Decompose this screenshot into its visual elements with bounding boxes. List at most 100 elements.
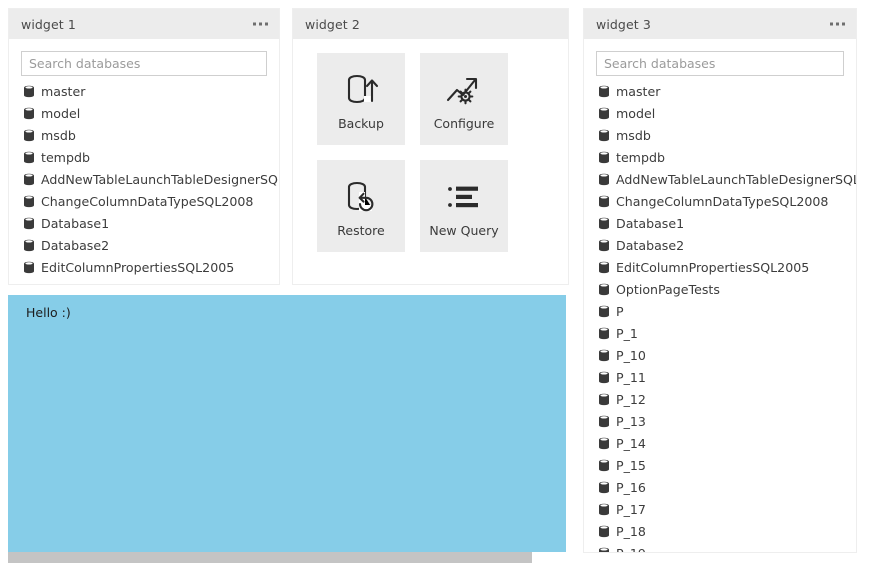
database-icon [598,173,610,186]
widget-3-header: widget 3 [584,9,856,39]
action-tile-grid: BackupConfigure Restore New Query [293,39,568,252]
database-name: P_14 [616,436,646,451]
database-name: P [616,304,624,319]
database-name: EditColumnPropertiesSQL2005 [616,260,809,275]
database-list-item[interactable]: P_13 [598,410,856,432]
database-list-item[interactable]: Database2 [598,234,856,256]
database-list-item[interactable]: P_14 [598,432,856,454]
widget-3: widget 3 master model msdb tempdb AddNewTabl… [583,8,857,553]
dashboard-canvas: widget 1 master model msdb tempdb AddNewTabl… [0,0,877,576]
query-list-icon [444,175,484,221]
database-list-item[interactable]: msdb [598,124,856,146]
database-name: P_12 [616,392,646,407]
note-text: Hello :) [8,295,566,320]
database-list-item[interactable]: P_15 [598,454,856,476]
note-panel-horizontal-scrollbar[interactable] [8,552,532,563]
database-list-item[interactable]: P_11 [598,366,856,388]
database-icon [598,217,610,230]
database-icon [598,195,610,208]
database-list-item[interactable]: Database2 [23,234,279,256]
database-name: master [41,84,85,99]
database-list-item[interactable]: tempdb [23,146,279,168]
widget-1: widget 1 master model msdb tempdb AddNewTabl… [8,8,280,285]
database-name: P_15 [616,458,646,473]
database-list-item[interactable]: ChangeColumnDataTypeSQL2008 [23,190,279,212]
database-list-item[interactable]: model [598,102,856,124]
database-list-item[interactable]: P_12 [598,388,856,410]
note-panel[interactable]: Hello :) [8,295,566,552]
database-icon [598,261,610,274]
database-name: tempdb [41,150,90,165]
database-name: AddNewTableLaunchTableDesignerSQL2008 [41,172,279,187]
action-tile-label: New Query [429,223,498,238]
database-icon [598,503,610,516]
database-list-item[interactable]: tempdb [598,146,856,168]
database-icon [23,107,35,120]
action-tile-new-query[interactable]: New Query [420,160,508,252]
database-name: Database1 [616,216,684,231]
database-name: P_13 [616,414,646,429]
database-icon [598,547,610,553]
widget-3-database-list[interactable]: master model msdb tempdb AddNewTableLaunchTa… [584,76,856,552]
ellipsis-icon[interactable] [253,23,268,26]
action-tile-restore[interactable]: Restore [317,160,405,252]
database-name: P_10 [616,348,646,363]
database-list-item[interactable]: Database1 [598,212,856,234]
widget-2: widget 2 BackupConfigure Restore New Query [292,8,569,285]
database-name: msdb [616,128,651,143]
database-icon [598,525,610,538]
database-icon [23,239,35,252]
database-name: EditColumnPropertiesSQL2005 [41,260,234,275]
database-list-item[interactable]: P [598,300,856,322]
database-list-item[interactable]: P_1 [598,322,856,344]
action-tile-label: Restore [337,223,384,238]
database-icon [598,437,610,450]
database-list-item[interactable]: AddNewTableLaunchTableDesignerSQL2008 [23,168,279,190]
database-list-item[interactable]: OptionPageTests [598,278,856,300]
database-name: P_18 [616,524,646,539]
widget-1-database-list[interactable]: master model msdb tempdb AddNewTableLaunchTa… [9,76,279,284]
database-list-item[interactable]: master [23,80,279,102]
database-name: msdb [41,128,76,143]
ellipsis-icon[interactable] [830,23,845,26]
database-name: master [616,84,660,99]
database-name: model [616,106,655,121]
database-list-item[interactable]: P_16 [598,476,856,498]
database-list-item[interactable]: Database1 [23,212,279,234]
widget-3-title: widget 3 [596,17,651,32]
database-icon [598,85,610,98]
database-name: ChangeColumnDataTypeSQL2008 [616,194,828,209]
database-list-item[interactable]: P_19 [598,542,856,552]
widget-1-title: widget 1 [21,17,76,32]
widget-3-search-wrap [584,39,856,76]
database-icon [598,371,610,384]
database-list-item[interactable]: ChangeColumnDataTypeSQL2008 [598,190,856,212]
database-list-item[interactable]: P_17 [598,498,856,520]
search-input[interactable] [596,51,844,76]
database-name: model [41,106,80,121]
database-restore-icon [341,175,381,221]
database-icon [598,327,610,340]
database-icon [598,393,610,406]
database-list-item[interactable]: AddNewTableLaunchTableDesignerSQL2008 [598,168,856,190]
database-list-item[interactable]: model [23,102,279,124]
database-icon [598,129,610,142]
database-list-item[interactable]: EditColumnPropertiesSQL2005 [598,256,856,278]
database-icon [598,305,610,318]
database-icon [598,481,610,494]
database-icon [598,283,610,296]
database-name: tempdb [616,150,665,165]
action-tile-configure[interactable]: Configure [420,53,508,145]
database-list-item[interactable]: P_18 [598,520,856,542]
widget-1-body: master model msdb tempdb AddNewTableLaunchTa… [9,39,279,284]
database-icon [23,173,35,186]
database-icon [598,239,610,252]
database-list-item[interactable]: EditColumnPropertiesSQL2005 [23,256,279,278]
database-list-item[interactable]: msdb [23,124,279,146]
search-input[interactable] [21,51,267,76]
widget-2-title: widget 2 [305,17,360,32]
database-list-item[interactable]: P_10 [598,344,856,366]
action-tile-backup[interactable]: Backup [317,53,405,145]
database-list-item[interactable]: master [598,80,856,102]
database-icon [23,85,35,98]
